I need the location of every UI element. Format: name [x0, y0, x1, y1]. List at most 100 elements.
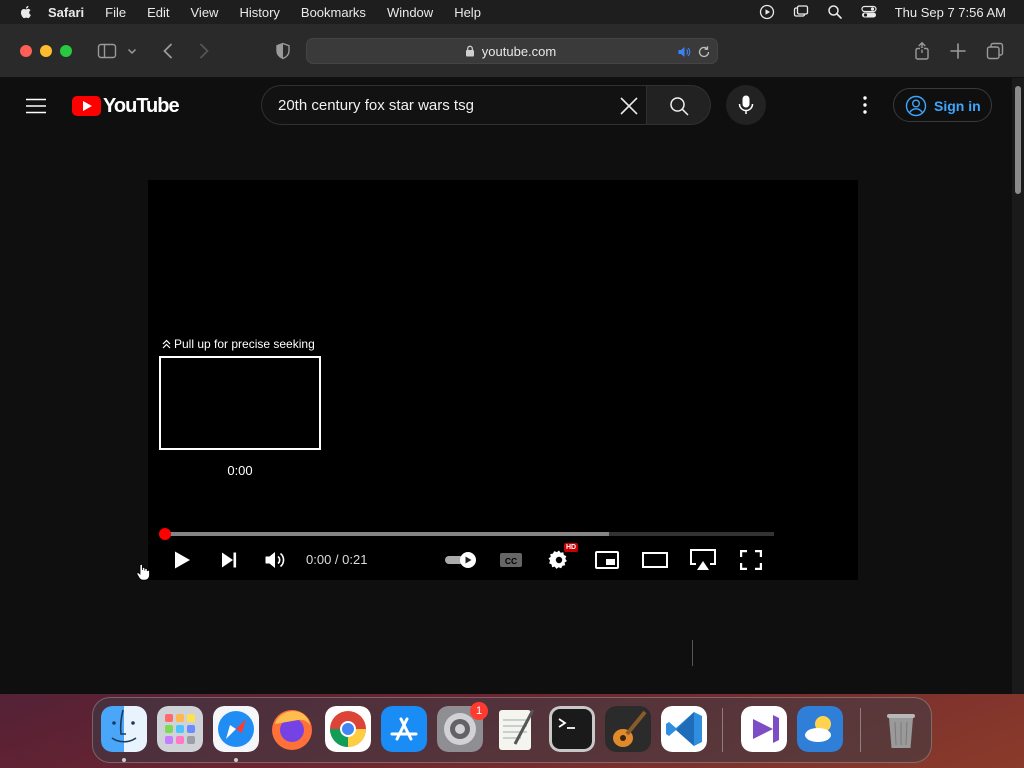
double-chevron-up-icon — [162, 339, 171, 349]
textedit-icon[interactable] — [493, 706, 539, 752]
system-settings-badge: 1 — [470, 702, 488, 720]
menu-window[interactable]: Window — [387, 5, 433, 20]
autoplay-toggle-icon — [445, 552, 476, 568]
theater-mode-button[interactable] — [641, 546, 669, 574]
progress-scrubber[interactable] — [159, 528, 171, 540]
zoom-window-button[interactable] — [60, 45, 72, 57]
search-query-text: 20th century fox star wars tsg — [278, 97, 474, 114]
youtube-page: YouTube 20th century fox star wars tsg S… — [0, 78, 1012, 694]
sign-in-button[interactable]: Sign in — [893, 88, 992, 122]
terminal-icon[interactable] — [549, 706, 595, 752]
launchpad-icon[interactable] — [157, 706, 203, 752]
finder-icon[interactable] — [101, 706, 147, 752]
voice-search-button[interactable] — [726, 85, 766, 125]
menu-safari[interactable]: Safari — [48, 5, 84, 20]
menu-bar: Safari File Edit View History Bookmarks … — [0, 0, 1024, 24]
youtube-wordmark: YouTube — [103, 94, 180, 117]
menu-view[interactable]: View — [191, 5, 219, 20]
volume-icon — [265, 552, 285, 568]
settings-kebab-icon[interactable] — [858, 95, 872, 115]
firefox-icon[interactable] — [269, 706, 315, 752]
weather-icon[interactable] — [797, 706, 843, 752]
share-icon[interactable] — [912, 41, 932, 61]
back-icon[interactable] — [158, 41, 178, 61]
time-display: 0:00 / 0:21 — [306, 552, 368, 567]
fullscreen-icon — [740, 550, 762, 570]
next-track-icon — [222, 552, 237, 568]
play-button[interactable] — [168, 546, 196, 574]
page-scrollbar[interactable] — [1012, 78, 1024, 694]
theater-mode-icon — [642, 552, 668, 568]
menubar-clock[interactable]: Thu Sep 7 7:56 AM — [895, 5, 1006, 20]
seek-preview-time: 0:00 — [227, 463, 253, 478]
safari-toolbar: youtube.com — [0, 24, 1024, 78]
tab-overview-icon[interactable] — [985, 41, 1005, 61]
search-icon — [670, 97, 689, 116]
youtube-play-badge-icon — [72, 96, 101, 116]
menu-edit[interactable]: Edit — [147, 5, 169, 20]
menu-history[interactable]: History — [239, 5, 279, 20]
miniplayer-icon — [595, 551, 619, 569]
menu-help[interactable]: Help — [454, 5, 481, 20]
apple-menu-icon[interactable] — [18, 4, 34, 20]
youtube-logo[interactable]: YouTube — [72, 94, 180, 117]
menu-hamburger-icon[interactable] — [26, 98, 46, 114]
new-tab-icon[interactable] — [948, 41, 968, 61]
safari-app-icon[interactable] — [213, 706, 259, 752]
dock-separator-trash — [860, 708, 861, 752]
search-input[interactable]: 20th century fox star wars tsg — [261, 85, 647, 125]
text-cursor-line — [692, 640, 693, 666]
closed-captions-icon: CC — [500, 553, 522, 567]
dock: 1 — [92, 697, 932, 763]
trash-icon[interactable] — [878, 706, 924, 752]
chrome-icon[interactable] — [325, 706, 371, 752]
visual-studio-icon[interactable] — [741, 706, 787, 752]
screen-mirroring-icon[interactable] — [793, 4, 809, 20]
captions-button[interactable]: CC — [497, 546, 525, 574]
finder-running-indicator — [122, 758, 126, 762]
control-center-icon[interactable] — [861, 4, 877, 20]
miniplayer-button[interactable] — [593, 546, 621, 574]
garageband-icon[interactable] — [605, 706, 651, 752]
microphone-icon — [738, 95, 754, 114]
menu-file[interactable]: File — [105, 5, 126, 20]
airplay-button[interactable] — [689, 546, 717, 574]
dock-separator — [722, 708, 723, 752]
sidebar-toggle-icon[interactable] — [97, 41, 117, 61]
search-button[interactable] — [647, 85, 711, 125]
close-window-button[interactable] — [20, 45, 32, 57]
buffered-progress — [164, 532, 610, 536]
next-button[interactable] — [215, 546, 243, 574]
progress-bar[interactable] — [159, 528, 774, 540]
safari-window: youtube.com YouTube 20th century fox sta… — [0, 24, 1024, 694]
gear-icon — [548, 550, 567, 569]
mute-button[interactable] — [261, 546, 289, 574]
now-playing-icon[interactable] — [759, 4, 775, 20]
precise-seeking-hint: Pull up for precise seeking — [162, 337, 315, 351]
hand-cursor-icon — [136, 563, 150, 581]
menu-bookmarks[interactable]: Bookmarks — [301, 5, 366, 20]
tab-group-chevron-icon[interactable] — [126, 41, 138, 61]
seek-preview-thumbnail — [159, 356, 321, 450]
hd-badge: HD — [564, 543, 579, 552]
minimize-window-button[interactable] — [40, 45, 52, 57]
airplay-icon — [690, 549, 716, 570]
svg-text:CC: CC — [505, 556, 517, 566]
safari-running-indicator — [234, 758, 238, 762]
address-bar[interactable]: youtube.com — [306, 38, 718, 64]
forward-icon[interactable] — [194, 41, 214, 61]
reload-icon[interactable] — [697, 45, 711, 59]
sign-in-label: Sign in — [934, 98, 981, 114]
app-store-icon[interactable] — [381, 706, 427, 752]
play-icon — [175, 551, 190, 569]
privacy-shield-icon[interactable] — [273, 41, 293, 61]
video-player[interactable]: Pull up for precise seeking 0:00 0:00 / … — [148, 180, 858, 580]
url-text: youtube.com — [481, 44, 557, 59]
fullscreen-button[interactable] — [737, 546, 765, 574]
clear-search-icon[interactable] — [618, 95, 640, 117]
scroll-thumb[interactable] — [1015, 86, 1021, 194]
spotlight-search-icon[interactable] — [827, 4, 843, 20]
tab-audio-icon[interactable] — [677, 45, 691, 59]
vscode-icon[interactable] — [661, 706, 707, 752]
autoplay-toggle[interactable] — [444, 546, 478, 574]
